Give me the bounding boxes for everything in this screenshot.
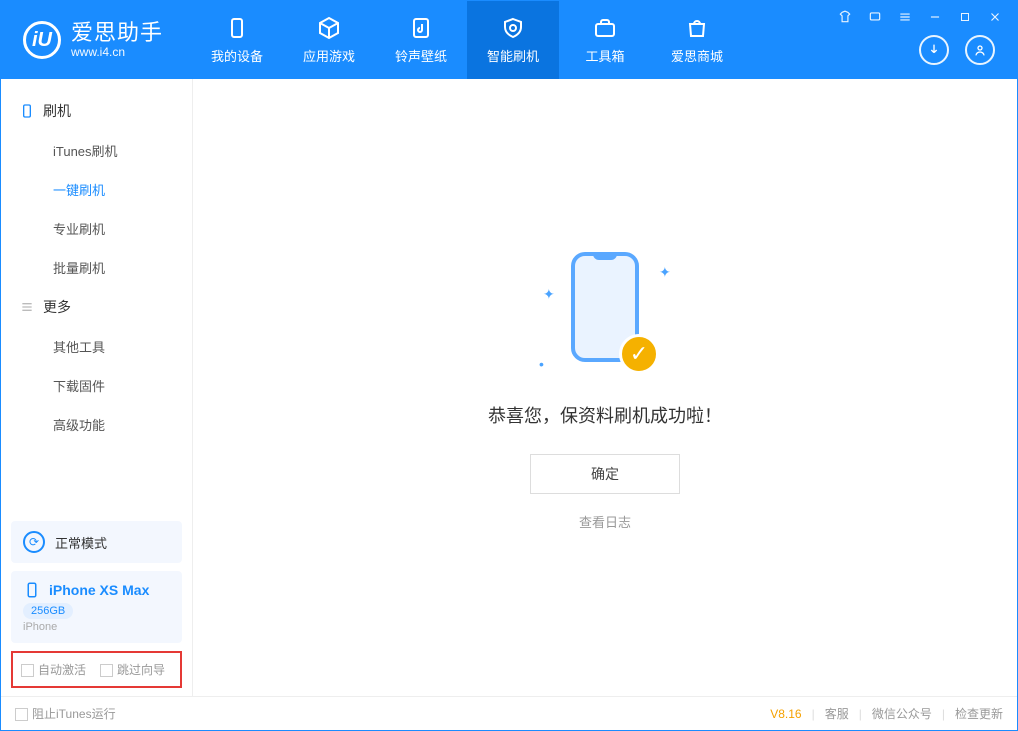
download-icon — [926, 42, 942, 58]
check-badge-icon: ✓ — [619, 334, 659, 374]
logo-block: iU 爱思助手 www.i4.cn — [1, 1, 191, 79]
checkbox-skip-guide[interactable]: 跳过向导 — [100, 661, 165, 678]
checkbox-auto-activate[interactable]: 自动激活 — [21, 661, 86, 678]
checkbox-label: 阻止iTunes运行 — [32, 707, 116, 721]
device-icon — [19, 103, 35, 119]
checkbox-label: 自动激活 — [38, 663, 86, 677]
separator: | — [812, 707, 815, 721]
sidebar-item-advanced[interactable]: 高级功能 — [1, 405, 192, 444]
separator: | — [942, 707, 945, 721]
cube-icon — [317, 16, 341, 40]
support-link[interactable]: 客服 — [825, 705, 849, 722]
device-type: iPhone — [23, 621, 170, 633]
app-header: iU 爱思助手 www.i4.cn 我的设备 应用游戏 铃声壁纸 智能刷机 — [1, 1, 1017, 79]
device-storage-badge: 256GB — [23, 603, 73, 619]
tab-apps-games[interactable]: 应用游戏 — [283, 1, 375, 79]
skin-icon[interactable] — [837, 9, 853, 25]
sidebar-item-pro-flash[interactable]: 专业刷机 — [1, 209, 192, 248]
sidebar: 刷机 iTunes刷机 一键刷机 专业刷机 批量刷机 更多 其他工具 下载固件 … — [1, 79, 193, 696]
app-url: www.i4.cn — [71, 46, 163, 59]
tab-label: 应用游戏 — [303, 46, 355, 65]
device-name: iPhone XS Max — [49, 582, 149, 598]
tab-ringtone-wallpaper[interactable]: 铃声壁纸 — [375, 1, 467, 79]
view-log-link[interactable]: 查看日志 — [579, 512, 631, 531]
window-controls — [837, 9, 1003, 25]
tab-label: 爱思商城 — [671, 46, 723, 65]
sparkle-icon: • — [539, 356, 547, 364]
toolbox-icon — [593, 16, 617, 40]
tab-label: 我的设备 — [211, 46, 263, 65]
separator: | — [859, 707, 862, 721]
music-file-icon — [409, 16, 433, 40]
sidebar-item-oneclick-flash[interactable]: 一键刷机 — [1, 170, 192, 209]
sidebar-group-flash: 刷机 — [1, 91, 192, 131]
success-illustration: ✦ ✦ • ✓ — [525, 244, 685, 384]
checkbox-label: 跳过向导 — [117, 663, 165, 677]
mode-label: 正常模式 — [55, 533, 107, 552]
tab-label: 智能刷机 — [487, 46, 539, 65]
minimize-button[interactable] — [927, 9, 943, 25]
sidebar-group-more: 更多 — [1, 287, 192, 327]
mode-panel[interactable]: ⟳ 正常模式 — [11, 521, 182, 563]
user-button[interactable] — [965, 35, 995, 65]
logo-icon: iU — [23, 21, 61, 59]
tab-label: 铃声壁纸 — [395, 46, 447, 65]
menu-icon[interactable] — [897, 9, 913, 25]
success-message: 恭喜您，保资料刷机成功啦！ — [488, 402, 722, 428]
sidebar-group-label: 更多 — [43, 297, 71, 317]
bag-icon — [685, 16, 709, 40]
device-panel[interactable]: iPhone XS Max 256GB iPhone — [11, 571, 182, 643]
feedback-icon[interactable] — [867, 9, 883, 25]
header-right-controls — [919, 35, 995, 65]
tab-label: 工具箱 — [585, 46, 624, 65]
ok-button[interactable]: 确定 — [530, 454, 680, 494]
main-content: ✦ ✦ • ✓ 恭喜您，保资料刷机成功啦！ 确定 查看日志 — [193, 79, 1017, 696]
sidebar-item-batch-flash[interactable]: 批量刷机 — [1, 248, 192, 287]
checkbox-block-itunes[interactable]: 阻止iTunes运行 — [15, 705, 116, 722]
list-icon — [19, 299, 35, 315]
sidebar-item-itunes-flash[interactable]: iTunes刷机 — [1, 131, 192, 170]
phone-icon — [225, 16, 249, 40]
tab-store[interactable]: 爱思商城 — [651, 1, 743, 79]
tab-toolbox[interactable]: 工具箱 — [559, 1, 651, 79]
check-update-link[interactable]: 检查更新 — [955, 705, 1003, 722]
mode-icon: ⟳ — [23, 531, 45, 553]
app-title: 爱思助手 — [71, 21, 163, 45]
download-button[interactable] — [919, 35, 949, 65]
sidebar-item-other-tools[interactable]: 其他工具 — [1, 327, 192, 366]
sparkle-icon: ✦ — [543, 286, 551, 294]
main-tabs: 我的设备 应用游戏 铃声壁纸 智能刷机 工具箱 爱思商城 — [191, 1, 743, 79]
shield-refresh-icon — [501, 16, 525, 40]
close-button[interactable] — [987, 9, 1003, 25]
user-icon — [972, 42, 988, 58]
wechat-link[interactable]: 微信公众号 — [872, 705, 932, 722]
sidebar-group-label: 刷机 — [43, 101, 71, 121]
bottom-checks-highlight: 自动激活 跳过向导 — [11, 651, 182, 688]
tab-smart-flash[interactable]: 智能刷机 — [467, 1, 559, 79]
version-label: V8.16 — [770, 707, 801, 721]
phone-small-icon — [23, 581, 41, 599]
maximize-button[interactable] — [957, 9, 973, 25]
tab-my-device[interactable]: 我的设备 — [191, 1, 283, 79]
sparkle-icon: ✦ — [659, 264, 667, 272]
status-bar: 阻止iTunes运行 V8.16 | 客服 | 微信公众号 | 检查更新 — [1, 696, 1017, 730]
sidebar-item-download-firmware[interactable]: 下载固件 — [1, 366, 192, 405]
